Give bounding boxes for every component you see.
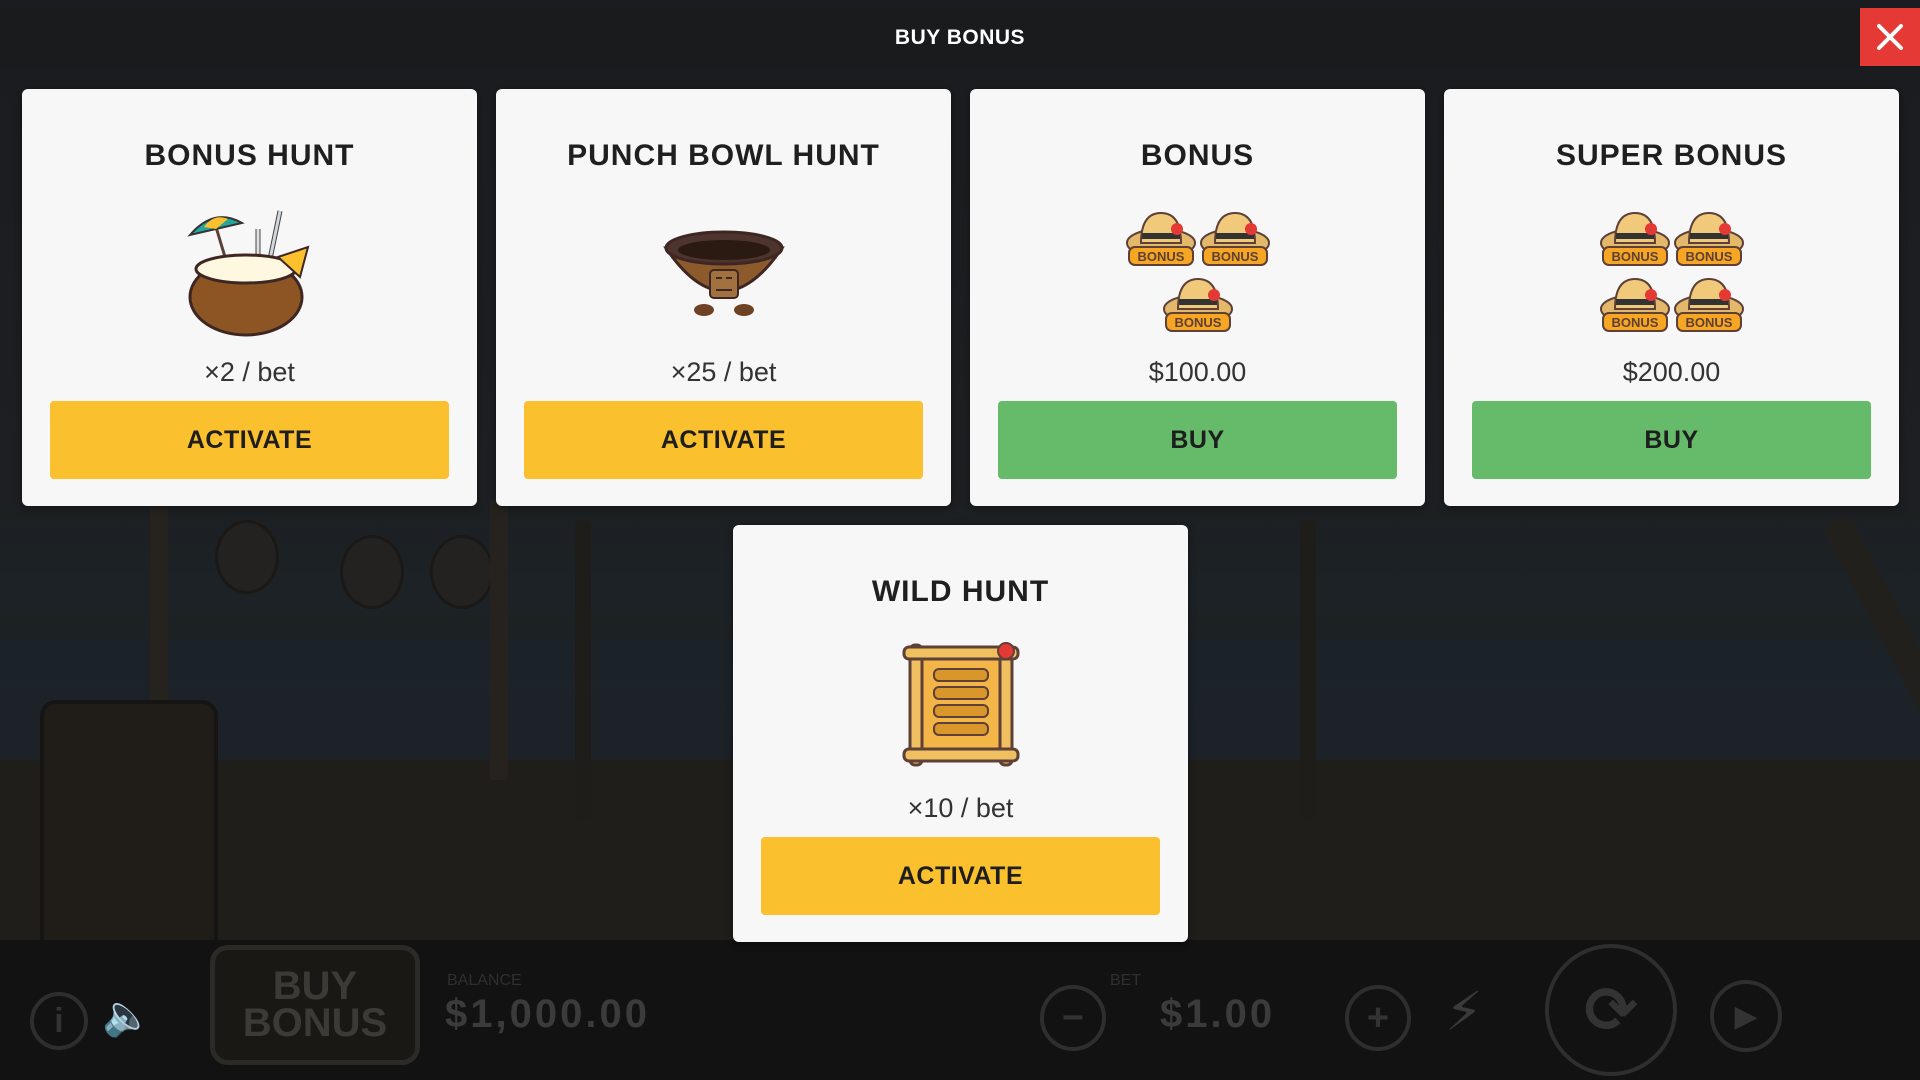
speaker-icon[interactable]: 🔈 [102, 992, 152, 1039]
bamboo-frame-icon [902, 642, 1019, 767]
activate-button[interactable]: ACTIVATE [524, 401, 923, 479]
bonus-card-punch-bowl-hunt: PUNCH BOWL HUNT ×25 / bet ACTIVATE [496, 89, 951, 506]
card-title: BONUS [1140, 139, 1255, 172]
hat-label: BONUS [1611, 249, 1658, 264]
balance-label: BALANCE [447, 972, 522, 989]
bet-value: $1.00 [1160, 992, 1276, 1036]
hat-label: BONUS [1611, 315, 1658, 330]
three-bonus-hats-icon: BONUS BONUS BONUS [1125, 211, 1270, 332]
card-title: BONUS HUNT [144, 139, 355, 172]
buy-button[interactable]: BUY [998, 401, 1397, 479]
hat-label: BONUS [1137, 249, 1184, 264]
bonus-card-wild-hunt: WILD HUNT ×10 / bet ACTIVATE [733, 525, 1188, 942]
hat-label: BONUS [1685, 315, 1732, 330]
bonus-card-bonus-hunt: BONUS HUNT ×2 / bet ACTIVATE [22, 89, 477, 506]
activate-button[interactable]: ACTIVATE [761, 837, 1160, 915]
hat-label: BONUS [1685, 249, 1732, 264]
bet-label: BET [1110, 972, 1142, 989]
minus-icon[interactable]: − [1040, 985, 1106, 1051]
bamboo-post [575, 520, 591, 820]
hat-label: BONUS [1211, 249, 1258, 264]
plus-icon[interactable]: + [1345, 985, 1411, 1051]
autoplay-icon[interactable]: ▶ [1710, 980, 1782, 1052]
close-button[interactable] [1860, 8, 1920, 66]
page-title: BUY BONUS [894, 26, 1026, 49]
card-price: ×2 / bet [204, 357, 295, 387]
card-title: PUNCH BOWL HUNT [567, 139, 880, 172]
close-icon [1877, 24, 1903, 50]
bamboo-post [490, 500, 508, 780]
card-price: $200.00 [1622, 357, 1721, 387]
hud: i 🔈 BUY BONUS BALANCE $1,000.00 − BET $1… [0, 940, 1920, 1080]
buy-bonus-header: BUY BONUS [0, 8, 1920, 68]
activate-button[interactable]: ACTIVATE [50, 401, 449, 479]
bonus-card-bonus: BONUS BONUS BONUS BONUS $100.00 BUY [970, 89, 1425, 506]
spin-icon[interactable]: ⟳ [1545, 944, 1677, 1076]
hud-buy-bonus-button[interactable]: BUY BONUS [210, 945, 420, 1065]
card-title: SUPER BONUS [1555, 139, 1788, 172]
lantern-icon [340, 535, 404, 609]
hat-label: BONUS [1174, 315, 1221, 330]
card-price: ×25 / bet [670, 357, 777, 387]
tiki-punch-bowl-icon [662, 230, 785, 316]
bonus-card-super-bonus: SUPER BONUS BONUS BONUS BONUS BONUS $200… [1444, 89, 1899, 506]
lightning-icon[interactable]: ⚡ [1445, 980, 1483, 1043]
card-title: WILD HUNT [871, 575, 1050, 608]
coconut-drink-icon [186, 210, 309, 337]
balance-value: $1,000.00 [445, 992, 650, 1036]
four-bonus-hats-icon: BONUS BONUS BONUS BONUS [1599, 211, 1744, 332]
lantern-icon [430, 535, 494, 609]
info-icon[interactable]: i [30, 992, 88, 1050]
card-price: ×10 / bet [907, 793, 1014, 823]
card-price: $100.00 [1148, 357, 1247, 387]
bamboo-post [1300, 520, 1316, 820]
buy-button[interactable]: BUY [1472, 401, 1871, 479]
tiki-statue [40, 700, 218, 968]
lantern-icon [215, 520, 279, 594]
